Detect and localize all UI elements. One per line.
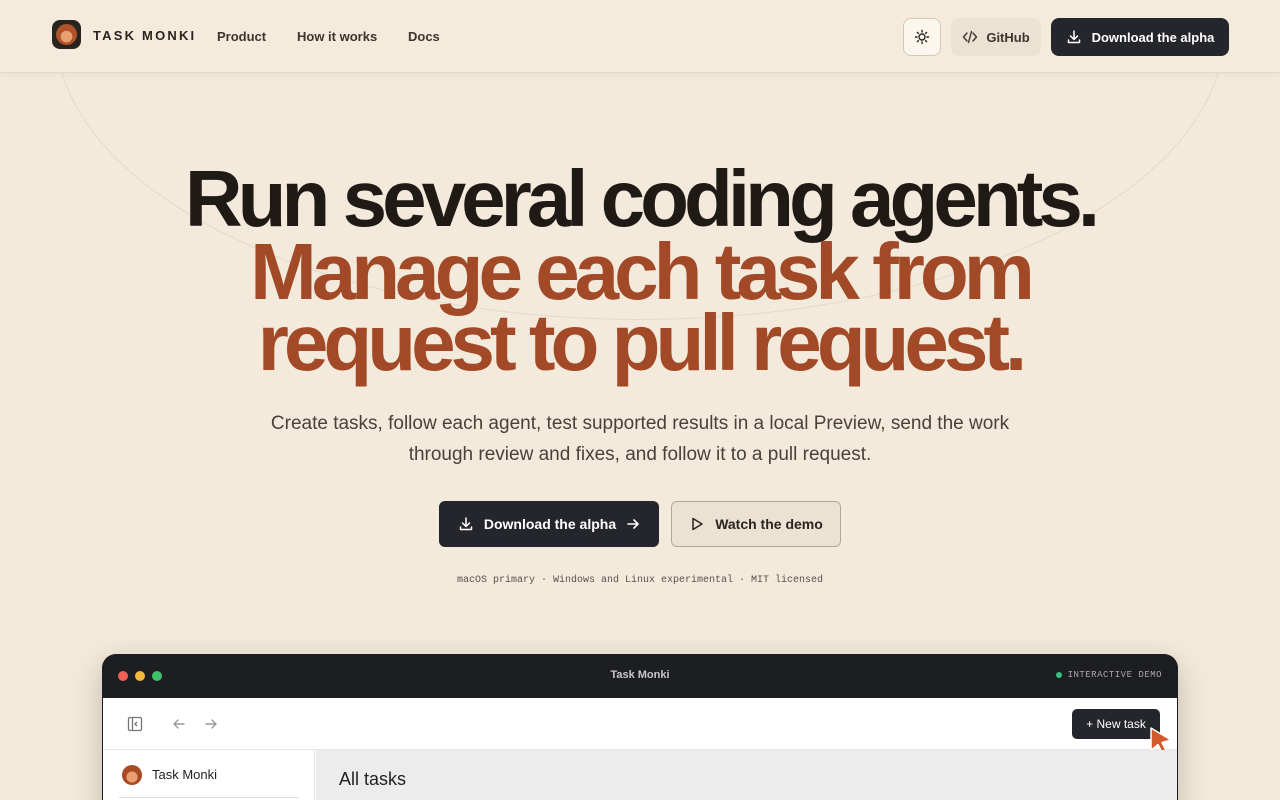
nav-download-label: Download the alpha [1091, 29, 1215, 45]
nav-link-docs[interactable]: Docs [408, 29, 440, 44]
interactive-demo-badge: INTERACTIVE DEMO [1055, 670, 1162, 680]
demo-toolbar: + New task [103, 698, 1177, 756]
sidebar-divider [119, 797, 299, 798]
hero-download-button[interactable]: Download the alpha [439, 501, 659, 547]
demo-app: + New task Task Monki All tasks [103, 698, 1177, 800]
hero-line-3: request to pull request. [257, 298, 1028, 387]
hero-download-label: Download the alpha [483, 516, 617, 532]
monkey-logo-icon[interactable] [52, 20, 81, 49]
back-arrow-icon[interactable] [171, 716, 187, 732]
demo-main-panel: All tasks [316, 750, 1177, 800]
top-nav: TASK MONKI Product How it works Docs Git… [0, 0, 1280, 73]
platform-note: macOS primary · Windows and Linux experi… [456, 575, 824, 586]
brand-name[interactable]: TASK MONKI [93, 28, 196, 43]
download-icon [1067, 30, 1080, 44]
theme-toggle-button[interactable] [903, 18, 941, 56]
sidebar-toggle-icon[interactable] [127, 716, 143, 732]
play-icon [692, 517, 703, 531]
nav-link-how-it-works[interactable]: How it works [297, 29, 377, 44]
watch-demo-button[interactable]: Watch the demo [671, 501, 841, 547]
new-task-button[interactable]: + New task [1072, 709, 1160, 739]
all-tasks-title: All tasks [339, 769, 407, 789]
forward-arrow-icon[interactable] [203, 716, 219, 732]
arrow-right-icon [627, 519, 639, 529]
workspace-avatar-icon [122, 765, 142, 785]
code-icon [963, 30, 978, 44]
watch-demo-label: Watch the demo [715, 516, 823, 532]
download-icon [459, 517, 473, 531]
hero-subtitle: Create tasks, follow each agent, test su… [270, 413, 1010, 465]
github-button[interactable]: GitHub [951, 18, 1041, 56]
demo-sidebar: Task Monki [103, 750, 315, 800]
nav-download-button[interactable]: Download the alpha [1051, 18, 1229, 56]
github-label: GitHub [986, 29, 1030, 45]
window-title: Task Monki [610, 669, 670, 681]
badge-label: INTERACTIVE DEMO [1067, 670, 1162, 680]
live-status-dot [1055, 672, 1062, 678]
hero-line-1: Run several coding agents. [184, 154, 1100, 243]
workspace-name[interactable]: Task Monki [152, 767, 217, 782]
demo-window: Task Monki INTERACTIVE DEMO + New task T… [102, 654, 1178, 800]
sun-icon [914, 29, 930, 45]
nav-link-product[interactable]: Product [217, 29, 266, 44]
